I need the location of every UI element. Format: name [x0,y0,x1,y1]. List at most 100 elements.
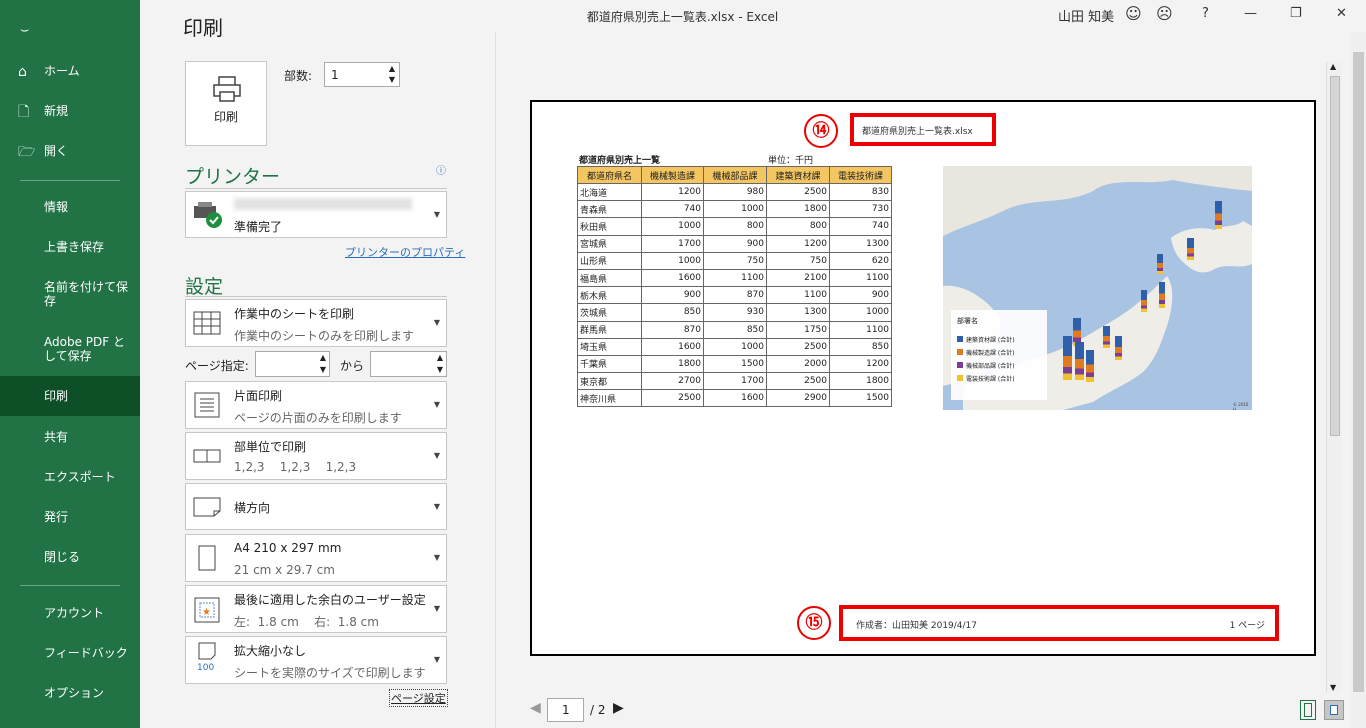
table-header-row: 都道府県名 機械製造課 機械部品課 建築資材課 電装技術課 [577,166,892,184]
folder-icon: 🗁 [18,144,36,160]
sidebar-item-options[interactable]: オプション [0,686,140,700]
table-row: 千葉県 1800 1500 2000 1200 [577,354,892,374]
sidebar-item-publish[interactable]: 発行 [0,510,140,524]
copies-stepper[interactable]: 1 ▲ ▼ [324,62,400,87]
column-header: 電装技術課 [829,166,892,184]
stepper-down-icon[interactable]: ▼ [437,365,443,374]
sidebar-item-new[interactable]: 🗋 新規 [0,104,140,120]
sidebar-item-adobe-pdf[interactable]: Adobe PDF として保存 [0,335,135,363]
legend-item: 建築資材課 (合計) [957,334,1015,347]
value-cell: 1200 [829,354,892,374]
scrollbar-thumb[interactable] [1330,76,1340,436]
orientation-dropdown[interactable]: 横方向 ▼ [185,483,447,530]
value-cell: 1000 [829,303,892,322]
sidebar-item-feedback[interactable]: フィードバック [0,646,140,660]
paper-size-dropdown[interactable]: A4 210 x 297 mm 21 cm x 29.7 cm ▼ [185,534,447,582]
pages-to-input[interactable]: ▲ ▼ [370,351,447,377]
close-icon[interactable]: ✕ [1336,6,1347,21]
collate-dropdown[interactable]: 部単位で印刷 1,2,3 1,2,3 1,2,3 ▼ [185,432,447,480]
divider [185,188,447,189]
value-cell: 2000 [766,354,830,374]
sidebar-item-label: ホーム [44,64,80,78]
printer-dropdown[interactable]: 準備完了 ▼ [185,191,447,238]
map-bar [1215,201,1222,229]
sidebar-item-print[interactable]: 印刷 [0,376,140,416]
legend-swatch [957,362,963,368]
pages-from-input[interactable]: ▲ ▼ [255,351,330,377]
printer-properties-link[interactable]: プリンターのプロパティ [345,244,465,260]
scrollbar-thumb[interactable] [1353,52,1364,692]
sidebar-item-open[interactable]: 🗁 開く [0,144,140,160]
sidebar-item-export[interactable]: エクスポート [0,470,140,484]
value-cell: 750 [703,251,767,270]
stepper-up-icon[interactable]: ▲ [320,353,326,362]
stepper-up-icon[interactable]: ▲ [437,353,443,362]
value-cell: 1800 [641,354,704,374]
chevron-down-icon: ▼ [433,502,440,511]
sidebar-item-close[interactable]: 閉じる [0,550,140,564]
pages-to-label: から [340,359,365,373]
previous-page-icon[interactable]: ◀ [530,700,541,716]
page-footer-right: 1 ページ [1229,621,1265,631]
option-sub-text: 作業中のシートのみを印刷します [234,329,415,343]
legend-item: 機械製造課 (合計) [957,347,1015,360]
preview-scrollbar[interactable]: ▲ ▼ [1326,62,1342,692]
table-row: 福島県 1600 1100 2100 1100 [577,268,892,288]
stepper-down-icon[interactable]: ▼ [320,365,326,374]
stepper-down-icon[interactable]: ▼ [389,75,395,84]
value-cell: 850 [703,320,767,339]
value-cell: 1600 [641,268,704,288]
value-cell: 850 [641,303,704,322]
help-button[interactable]: ? [1202,6,1209,21]
printer-heading: プリンター [185,166,281,188]
sidebar-item-label: 共有 [44,430,69,444]
back-arrow-icon[interactable]: ⌣ [0,22,140,38]
map-chart: 部署名 建築資材課 (合計) 機械製造課 (合計) 機械部品課 (合計) 電装技… [943,166,1252,410]
print-button-label: 印刷 [213,110,238,124]
sidebar-item-save[interactable]: 上書き保存 [0,240,140,254]
scroll-down-icon[interactable]: ▼ [1330,683,1336,692]
callout-marker-14: ⑭ [804,114,838,148]
value-cell: 2900 [766,389,830,408]
stepper-up-icon[interactable]: ▲ [389,64,395,73]
show-margins-icon[interactable] [1300,700,1316,720]
scaling-dropdown[interactable]: 100 拡大縮小なし シートを実際のサイズで印刷します ▼ [185,636,447,684]
collate-icon [193,449,221,463]
print-what-dropdown[interactable]: 作業中のシートを印刷 作業中のシートのみを印刷します ▼ [185,299,447,347]
legend-item: 電装技術課 (合計) [957,373,1015,386]
sidebar-item-account[interactable]: アカウント [0,606,140,620]
backstage-sidebar: ⌣ ⌂ ホーム 🗋 新規 🗁 開く 情報 上書き保存 名前を付けて保存 Adob… [0,0,140,728]
next-page-icon[interactable]: ▶ [613,700,624,716]
page-number-input[interactable]: 1 [547,698,584,722]
sidebar-item-label: 情報 [44,200,69,214]
portrait-page-icon [198,545,216,571]
minimize-icon[interactable]: — [1244,6,1257,21]
value-cell: 980 [703,182,767,202]
restore-icon[interactable]: ❐ [1290,6,1302,21]
home-icon: ⌂ [18,64,27,80]
printer-ready-icon [194,202,222,228]
prefecture-cell: 宮城県 [577,234,642,253]
sidebar-item-home[interactable]: ⌂ ホーム [0,64,140,80]
backstage-scrollbar[interactable] [1350,32,1366,728]
sidebar-item-save-as[interactable]: 名前を付けて保存 [0,280,135,308]
sidebar-item-label: 新規 [44,104,69,118]
prefecture-cell: 山形県 [577,251,642,270]
margins-dropdown[interactable]: ★ 最後に適用した余白のユーザー設定 左: 1.8 cm 右: 1.8 cm ▼ [185,585,447,633]
sides-dropdown[interactable]: 片面印刷 ページの片面のみを印刷します ▼ [185,381,447,429]
zoom-to-page-icon[interactable] [1324,700,1344,720]
sidebar-item-info[interactable]: 情報 [0,200,140,214]
map-bar [1075,342,1084,380]
prefecture-cell: 北海道 [577,182,642,202]
scroll-up-icon[interactable]: ▲ [1330,62,1336,71]
value-cell: 900 [641,286,704,305]
print-button[interactable]: 印刷 [185,61,267,146]
info-icon[interactable]: ⓘ [436,162,446,177]
smile-icon[interactable]: ☺ [1125,4,1142,23]
frown-icon[interactable]: ☹ [1156,4,1173,23]
user-name[interactable]: 山田 知美 [1058,6,1114,25]
value-cell: 2500 [641,389,704,408]
page-setup-link[interactable]: ページ設定 [389,689,448,707]
column-header: 機械部品課 [703,166,767,184]
sidebar-item-share[interactable]: 共有 [0,430,140,444]
